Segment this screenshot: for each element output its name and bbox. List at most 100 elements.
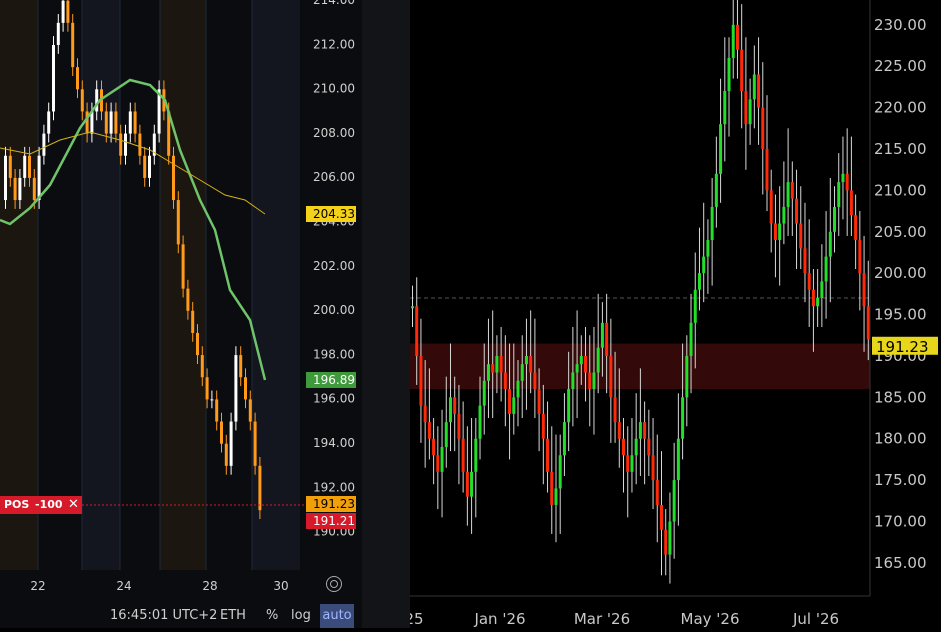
footer-symbol[interactable]: ETH xyxy=(220,604,246,628)
candle-body xyxy=(104,111,108,134)
y-tick-label: 195.00 xyxy=(874,306,927,324)
candle-body xyxy=(799,223,803,249)
y-tick-label: 202.00 xyxy=(313,259,355,273)
panel-divider[interactable] xyxy=(362,0,410,628)
candle-body xyxy=(66,0,70,23)
x-tick-label: 24 xyxy=(116,579,131,593)
candle-body xyxy=(537,389,541,414)
candle-body xyxy=(109,111,113,134)
candle-body xyxy=(432,438,436,456)
percent-scale-button[interactable]: % xyxy=(266,604,278,628)
candle-body xyxy=(816,298,820,307)
candle-body xyxy=(37,155,41,201)
candle-body xyxy=(258,465,262,511)
candle-body xyxy=(714,173,718,207)
right-candlestick-chart[interactable]: 165.00170.00175.00180.00185.00190.00195.… xyxy=(404,0,941,628)
candle-body xyxy=(807,273,811,290)
y-tick-label: 206.00 xyxy=(313,170,355,184)
candle-body xyxy=(634,438,638,456)
close-icon[interactable]: ✕ xyxy=(68,496,79,514)
candle-body xyxy=(520,364,524,381)
y-tick-label: 225.00 xyxy=(874,57,927,75)
candle-body xyxy=(524,355,528,365)
candle-body xyxy=(778,223,782,241)
candle-body xyxy=(782,206,786,224)
candle-body xyxy=(790,182,794,199)
candle-body xyxy=(866,306,870,340)
x-tick-label: 28 xyxy=(202,579,217,593)
candle-body xyxy=(419,355,423,406)
candle-body xyxy=(727,57,731,92)
candle-body xyxy=(609,355,613,398)
candle-body xyxy=(415,306,419,356)
candle-body xyxy=(176,200,180,245)
y-tick-label: 180.00 xyxy=(874,430,927,448)
y-tick-label: 192.00 xyxy=(313,480,355,494)
candle-body xyxy=(200,355,204,378)
candle-body xyxy=(436,455,440,472)
candle-body xyxy=(693,289,697,323)
candle-body xyxy=(668,521,672,555)
candle-body xyxy=(752,74,756,100)
y-tick-label: 165.00 xyxy=(874,554,927,572)
candle-body xyxy=(676,438,680,481)
y-tick-label: 220.00 xyxy=(874,99,927,117)
settings-icon[interactable] xyxy=(326,576,342,592)
candle-body xyxy=(503,372,507,390)
session-band xyxy=(0,0,38,570)
candle-body xyxy=(664,529,668,555)
candle-body xyxy=(186,288,190,311)
candle-body xyxy=(220,421,223,444)
candle-body xyxy=(427,422,431,439)
candle-body xyxy=(697,273,701,290)
candle-body xyxy=(18,177,22,201)
y-tick-label: 205.00 xyxy=(874,223,927,241)
candle-body xyxy=(128,111,132,134)
x-tick-label: 22 xyxy=(30,579,45,593)
candle-body xyxy=(533,372,537,390)
candle-body xyxy=(196,332,199,356)
candle-body xyxy=(550,471,554,505)
candle-body xyxy=(114,111,118,134)
position-badge[interactable]: POS -100 ✕ xyxy=(0,496,82,514)
left-chart-panel[interactable]: 214.00212.00210.00208.00206.00204.00202.… xyxy=(0,0,362,628)
right-chart-panel[interactable]: 165.00 170.00 175.00 180.00 185.00 190.00 195.… xyxy=(404,0,941,628)
candle-body xyxy=(56,22,60,45)
candle-body xyxy=(253,421,257,466)
left-candlestick-chart[interactable]: 214.00212.00210.00208.00206.00204.00202.… xyxy=(0,0,362,628)
log-scale-button[interactable]: log xyxy=(291,604,311,628)
candle-body xyxy=(482,380,486,406)
x-tick-label: May '26 xyxy=(681,610,740,628)
candle-body xyxy=(215,399,219,422)
candle-body xyxy=(229,421,233,466)
candle-body xyxy=(205,377,209,400)
candle-body xyxy=(470,471,474,497)
candle-body xyxy=(769,190,773,224)
footer-time: 16:45:01 UTC+2 xyxy=(110,608,218,623)
y-tick-label: 210.00 xyxy=(313,82,355,96)
candle-body xyxy=(622,438,626,456)
candle-body xyxy=(584,355,588,373)
auto-scale-button[interactable]: auto xyxy=(320,604,354,628)
y-tick-label: 200.00 xyxy=(874,264,927,282)
candle-body xyxy=(849,190,853,216)
candle-body xyxy=(685,355,689,398)
candle-body xyxy=(143,155,147,178)
candle-body xyxy=(824,256,828,282)
candle-body xyxy=(47,111,51,134)
candle-body xyxy=(567,389,571,423)
candle-body xyxy=(444,422,448,447)
candle-body xyxy=(541,413,545,439)
candle-body xyxy=(710,206,714,241)
candle-body xyxy=(681,397,685,439)
x-tick-label: Jan '26 xyxy=(473,610,525,628)
candle-body xyxy=(32,177,36,201)
candle-body xyxy=(13,177,17,201)
candle-body xyxy=(672,480,676,522)
candle-body xyxy=(474,438,478,472)
candle-body xyxy=(461,438,465,472)
candle-body xyxy=(239,355,243,378)
candle-body xyxy=(765,149,769,191)
candle-body xyxy=(71,22,75,68)
candle-body xyxy=(23,155,27,178)
